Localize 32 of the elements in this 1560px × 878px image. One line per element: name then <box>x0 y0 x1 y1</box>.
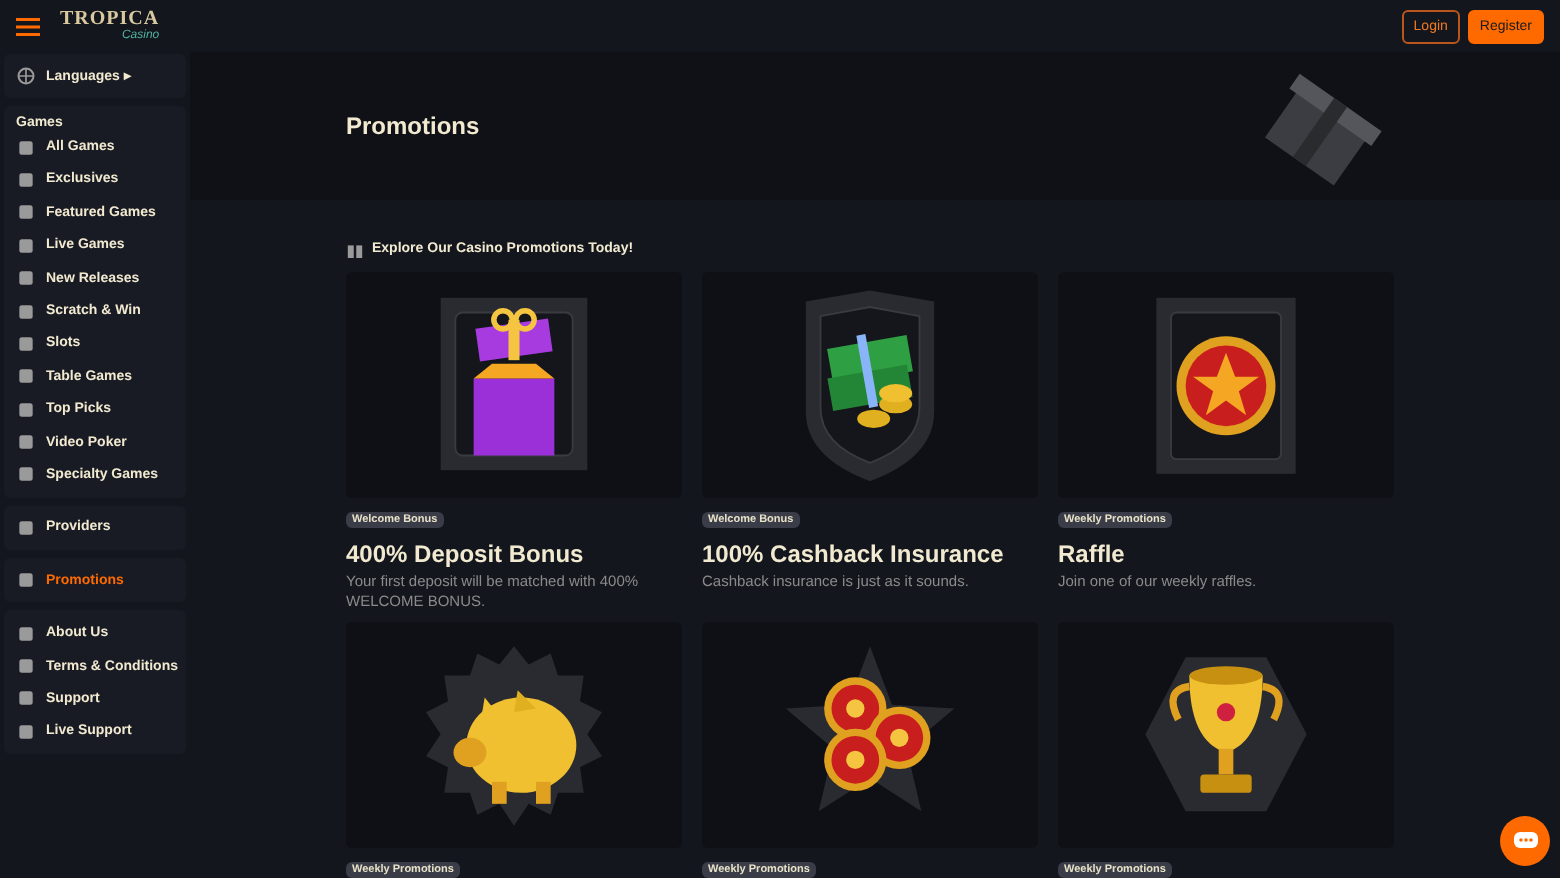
chat-icon <box>1513 831 1537 851</box>
square-icon <box>16 333 36 354</box>
square-icon <box>16 688 36 709</box>
menu-icon[interactable] <box>16 17 40 35</box>
square-icon <box>16 399 36 420</box>
square-icon <box>16 570 36 591</box>
promotion-title[interactable]: 400% Deposit Bonus <box>346 539 682 568</box>
square-icon <box>16 517 36 538</box>
globe-icon <box>16 66 36 87</box>
square-icon <box>16 656 36 677</box>
square-icon <box>16 721 36 742</box>
promotion-image[interactable] <box>346 622 682 848</box>
gift-icon <box>346 239 364 258</box>
promotion-image[interactable] <box>1058 271 1394 498</box>
square-icon <box>16 169 36 190</box>
square-icon <box>16 202 36 223</box>
square-icon <box>16 432 36 453</box>
square-icon <box>16 137 36 158</box>
square-icon <box>16 301 36 322</box>
page-title: Promotions <box>346 111 480 140</box>
square-icon <box>16 464 36 485</box>
square-icon <box>16 366 36 387</box>
promotion-image[interactable] <box>1058 622 1394 848</box>
logo-text[interactable]: TROPICA <box>60 10 160 30</box>
promotion-title[interactable]: 100% Cashback Insurance <box>702 539 1038 568</box>
square-icon <box>16 623 36 644</box>
promotion-title[interactable]: Raffle <box>1058 539 1394 568</box>
square-icon <box>16 268 36 289</box>
promotion-image[interactable] <box>702 271 1038 498</box>
square-icon <box>16 235 36 256</box>
promotion-image[interactable] <box>346 271 682 498</box>
promotion-image[interactable] <box>702 622 1038 848</box>
